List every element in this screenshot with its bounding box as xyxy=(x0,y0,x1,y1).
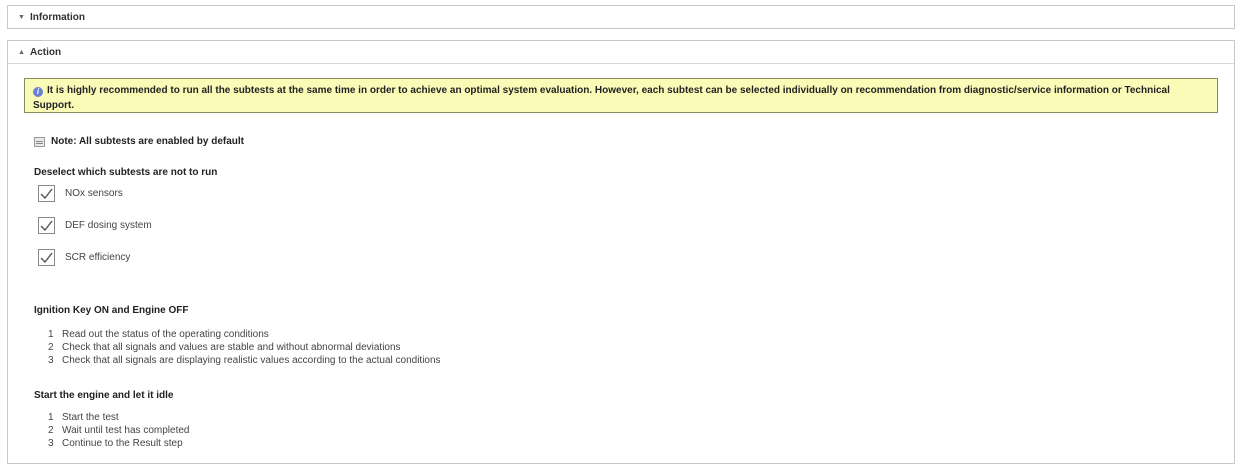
chevron-up-icon: ▲ xyxy=(18,48,25,56)
information-panel: ▼ Information xyxy=(7,5,1235,29)
checkmark-icon xyxy=(40,188,53,199)
subtest-checkbox-scr[interactable] xyxy=(38,249,55,266)
section1-heading: Ignition Key ON and Engine OFF xyxy=(34,305,189,316)
note-icon xyxy=(34,136,45,147)
information-panel-header[interactable]: ▼ Information xyxy=(8,6,1234,28)
action-panel: ▲ Action i It is highly recommended to ru… xyxy=(7,40,1235,464)
subtest-row-def[interactable]: DEF dosing system xyxy=(38,217,152,234)
deselect-heading: Deselect which subtests are not to run xyxy=(34,167,218,178)
section1-steps: 1 Read out the status of the operating co… xyxy=(48,328,441,367)
subtest-label: NOx sensors xyxy=(65,188,123,199)
note-line: Note: All subtests are enabled by defaul… xyxy=(34,136,244,147)
chevron-down-icon: ▼ xyxy=(18,13,25,21)
subtest-checkbox-def[interactable] xyxy=(38,217,55,234)
section2-heading: Start the engine and let it idle xyxy=(34,390,174,401)
subtest-checkbox-nox[interactable] xyxy=(38,185,55,202)
action-panel-header[interactable]: ▲ Action xyxy=(8,41,1234,64)
notice-text: It is highly recommended to run all the … xyxy=(33,85,1170,111)
section2-steps: 1 Start the test 2 Wait until test has com… xyxy=(48,411,189,450)
list-item: 1 Start the test xyxy=(48,412,119,423)
subtest-label: DEF dosing system xyxy=(65,220,152,231)
list-item: 1 Read out the status of the operating co… xyxy=(48,329,269,340)
note-text: Note: All subtests are enabled by defaul… xyxy=(51,136,245,147)
list-item: 2 Wait until test has completed xyxy=(48,425,190,436)
recommendation-notice: i It is highly recommended to run all the… xyxy=(24,78,1218,113)
subtest-row-scr[interactable]: SCR efficiency xyxy=(38,249,130,266)
list-item: 3 Check that all signals are displaying r… xyxy=(48,355,441,366)
information-panel-title: Information xyxy=(30,11,85,23)
checkmark-icon xyxy=(40,252,53,263)
subtest-row-nox[interactable]: NOx sensors xyxy=(38,185,123,202)
info-icon: i xyxy=(33,87,43,97)
subtest-label: SCR efficiency xyxy=(65,252,131,263)
action-panel-title: Action xyxy=(30,46,62,58)
checkmark-icon xyxy=(40,220,53,231)
list-item: 3 Continue to the Result step xyxy=(48,438,183,449)
list-item: 2 Check that all signals and values are s… xyxy=(48,342,401,353)
